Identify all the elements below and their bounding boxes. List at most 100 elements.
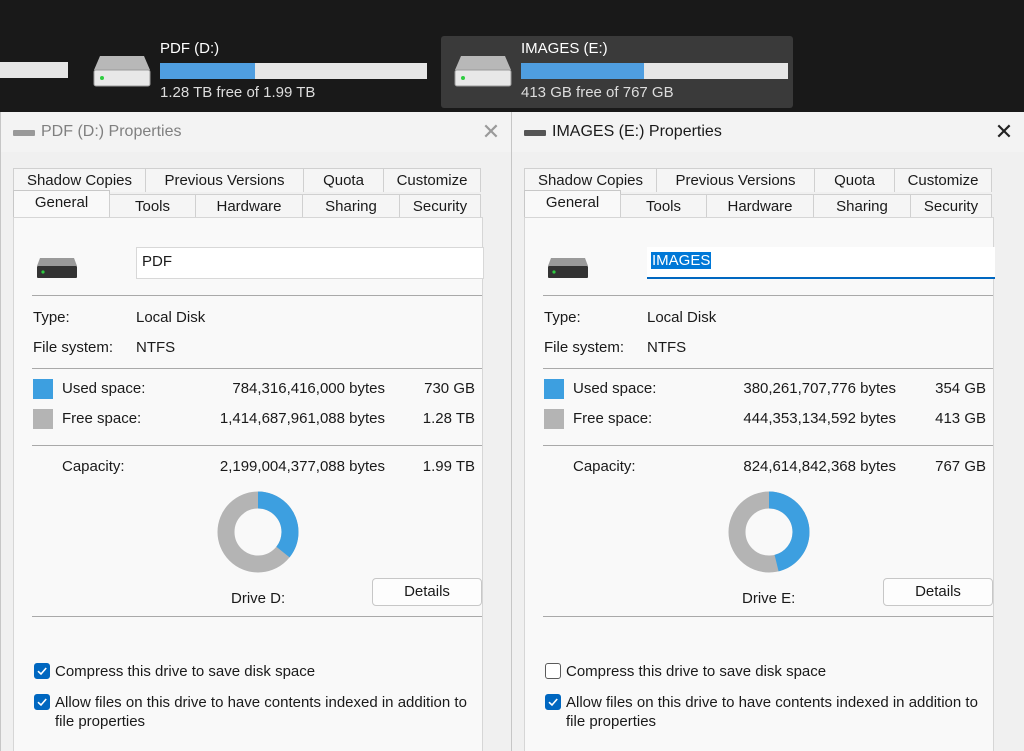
- capacity-bytes: 824,614,842,368 bytes: [743, 458, 896, 475]
- divider: [543, 616, 993, 617]
- tab-hardware[interactable]: Hardware: [706, 194, 814, 218]
- tab-quota[interactable]: Quota: [814, 168, 895, 192]
- capacity-bytes: 2,199,004,377,088 bytes: [219, 458, 385, 475]
- drive-usage-fill: [160, 63, 256, 79]
- used-space-bytes: 784,316,416,000 bytes: [232, 380, 385, 397]
- tab-customize[interactable]: Customize: [894, 168, 992, 192]
- used-space-size: 354 GB: [935, 380, 986, 397]
- drive-icon: [37, 258, 77, 278]
- capacity-label: Capacity:: [62, 458, 125, 475]
- close-button[interactable]: ✕: [477, 118, 505, 146]
- divider: [32, 368, 482, 369]
- usage-donut-chart: [217, 491, 299, 573]
- tab-sharing[interactable]: Sharing: [302, 194, 400, 218]
- general-tab-panel: PDF Type: Local Disk File system: NTFS U…: [13, 217, 484, 751]
- free-space-swatch: [544, 409, 564, 429]
- tab-security[interactable]: Security: [910, 194, 992, 218]
- file-system-label: File system:: [544, 339, 625, 356]
- drive-tile-pdf[interactable]: PDF (D:) 1.28 TB free of 1.99 TB: [80, 36, 436, 108]
- free-space-bytes: 1,414,687,961,088 bytes: [219, 410, 385, 427]
- free-space-swatch: [33, 409, 53, 429]
- volume-name-value: IMAGES: [651, 252, 712, 269]
- drive-tile-images[interactable]: IMAGES (E:) 413 GB free of 767 GB: [441, 36, 793, 108]
- hard-drive-icon: [454, 56, 512, 87]
- tab-row-2: General Tools Hardware Sharing Security: [13, 190, 481, 218]
- tab-row-2: General Tools Hardware Sharing Security: [524, 190, 992, 218]
- volume-name-input[interactable]: PDF: [136, 247, 484, 279]
- used-space-swatch: [544, 379, 564, 399]
- file-system-label: File system:: [33, 339, 114, 356]
- drive-usage-fill: [521, 63, 644, 79]
- tab-quota[interactable]: Quota: [303, 168, 384, 192]
- title-bar[interactable]: IMAGES (E:) Properties ✕: [512, 112, 1024, 152]
- drive-icon: [13, 130, 35, 136]
- tab-customize[interactable]: Customize: [383, 168, 481, 192]
- drive-letter-label: Drive D:: [231, 590, 286, 607]
- tab-previous-versions[interactable]: Previous Versions: [145, 168, 304, 192]
- window-title: IMAGES (E:) Properties: [552, 123, 722, 140]
- drive-icon: [524, 130, 546, 136]
- free-space-label: Free space:: [573, 410, 653, 427]
- drive-usage-bar-partial: [0, 62, 68, 78]
- tab-previous-versions[interactable]: Previous Versions: [656, 168, 815, 192]
- used-space-label: Used space:: [62, 380, 146, 397]
- tab-shadow-copies[interactable]: Shadow Copies: [524, 168, 657, 192]
- used-space-label: Used space:: [573, 380, 657, 397]
- compress-checkbox[interactable]: [34, 663, 50, 679]
- index-checkbox[interactable]: [34, 694, 50, 710]
- hard-drive-icon: [93, 56, 151, 87]
- capacity-label: Capacity:: [573, 458, 636, 475]
- window-title: PDF (D:) Properties: [41, 123, 182, 140]
- drive-name: PDF (D:): [160, 40, 220, 57]
- details-button[interactable]: Details: [883, 578, 993, 606]
- explorer-drive-strip: PDF (D:) 1.28 TB free of 1.99 TB IMAGES …: [0, 0, 1024, 112]
- tab-shadow-copies[interactable]: Shadow Copies: [13, 168, 146, 192]
- free-space-bytes: 444,353,134,592 bytes: [743, 410, 896, 427]
- drive-usage-bar: [160, 63, 427, 79]
- divider: [543, 295, 993, 296]
- file-system-value: NTFS: [136, 339, 176, 356]
- tab-general[interactable]: General: [13, 190, 110, 218]
- used-space-swatch: [33, 379, 53, 399]
- drive-name: IMAGES (E:): [521, 40, 608, 57]
- checkmark-icon: [37, 667, 47, 676]
- divider: [32, 445, 482, 446]
- close-button[interactable]: ✕: [990, 118, 1018, 146]
- checkmark-icon: [37, 698, 47, 707]
- drive-usage-bar: [521, 63, 788, 79]
- used-space-bytes: 380,261,707,776 bytes: [743, 380, 896, 397]
- free-space-size: 413 GB: [935, 410, 986, 427]
- capacity-size: 1.99 TB: [422, 458, 475, 475]
- capacity-size: 767 GB: [935, 458, 986, 475]
- divider: [543, 445, 993, 446]
- tab-row-1: Shadow Copies Previous Versions Quota Cu…: [13, 168, 481, 192]
- tab-hardware[interactable]: Hardware: [195, 194, 303, 218]
- details-button[interactable]: Details: [372, 578, 482, 606]
- type-label: Type:: [33, 309, 70, 326]
- divider: [32, 616, 482, 617]
- type-value: Local Disk: [647, 309, 717, 326]
- tab-security[interactable]: Security: [399, 194, 481, 218]
- tab-sharing[interactable]: Sharing: [813, 194, 911, 218]
- drive-free-text: 413 GB free of 767 GB: [521, 84, 674, 101]
- index-label: Allow files on this drive to have conten…: [55, 694, 467, 730]
- title-bar[interactable]: PDF (D:) Properties ✕: [1, 112, 511, 152]
- general-tab-panel: IMAGES Type: Local Disk File system: NTF…: [524, 217, 995, 751]
- drive-icon: [548, 258, 588, 278]
- tab-general[interactable]: General: [524, 190, 621, 218]
- compress-label: Compress this drive to save disk space: [55, 663, 316, 680]
- free-space-label: Free space:: [62, 410, 142, 427]
- tab-tools[interactable]: Tools: [109, 194, 196, 218]
- volume-name-input[interactable]: IMAGES: [647, 247, 995, 279]
- tab-tools[interactable]: Tools: [620, 194, 707, 218]
- file-system-value: NTFS: [647, 339, 687, 356]
- free-space-size: 1.28 TB: [422, 410, 475, 427]
- index-checkbox[interactable]: [545, 694, 561, 710]
- volume-name-value: PDF: [142, 253, 172, 270]
- properties-dialog-d: PDF (D:) Properties ✕ Shadow Copies Prev…: [0, 112, 511, 751]
- compress-label: Compress this drive to save disk space: [566, 663, 827, 680]
- type-label: Type:: [544, 309, 581, 326]
- checkmark-icon: [548, 698, 558, 707]
- properties-dialog-e: IMAGES (E:) Properties ✕ Shadow Copies P…: [511, 112, 1024, 751]
- compress-checkbox[interactable]: [545, 663, 561, 679]
